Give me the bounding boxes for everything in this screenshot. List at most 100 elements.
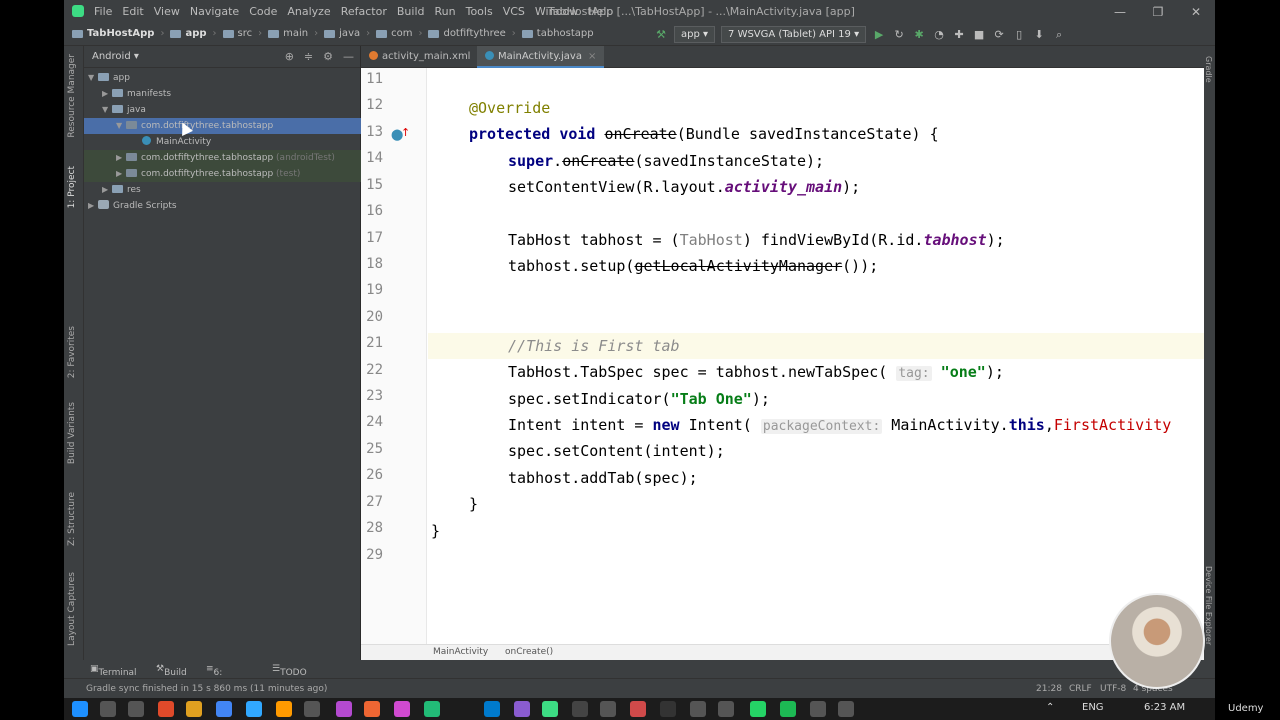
app-icon[interactable]: [630, 701, 646, 717]
search-icon[interactable]: [100, 701, 116, 717]
menu-file[interactable]: File: [94, 5, 112, 18]
tab-layout-captures[interactable]: Layout Captures: [67, 572, 77, 646]
expand-arrow-icon[interactable]: ▶: [102, 86, 112, 102]
hammer-icon[interactable]: ⚒: [654, 28, 668, 42]
breadcrumb-method[interactable]: onCreate(): [505, 647, 553, 657]
tab-build-variants[interactable]: Build Variants: [67, 402, 77, 464]
menu-analyze[interactable]: Analyze: [287, 5, 330, 18]
expand-arrow-icon[interactable]: ▼: [102, 102, 112, 118]
crumb-tabhostapp[interactable]: tabhostapp: [521, 28, 594, 39]
xd-icon[interactable]: [336, 701, 352, 717]
sdk-manager-icon[interactable]: ⬇: [1032, 28, 1046, 42]
code-area[interactable]: @Override protected void onCreate(Bundle…: [428, 68, 1215, 644]
app-icon[interactable]: [158, 701, 174, 717]
restore-button[interactable]: ❐: [1139, 0, 1177, 24]
expand-arrow-icon[interactable]: ▼: [116, 118, 126, 134]
gear-icon[interactable]: ⚙: [323, 50, 333, 63]
spotify-icon[interactable]: [780, 701, 796, 717]
tray-clock[interactable]: 6:23 AM: [1144, 702, 1185, 713]
tree-item-res[interactable]: ▶ res: [84, 182, 361, 198]
crumb-com[interactable]: com: [376, 28, 412, 39]
tree-item-java[interactable]: ▼ java: [84, 102, 361, 118]
tab-structure[interactable]: Z: Structure: [67, 492, 77, 546]
tool-build[interactable]: ⚒ Build: [156, 664, 187, 678]
close-tab-icon[interactable]: ×: [588, 51, 596, 62]
vscode-icon[interactable]: [484, 701, 500, 717]
rerun-icon[interactable]: ↻: [892, 28, 906, 42]
file-explorer-icon[interactable]: [186, 701, 202, 717]
illustrator-icon[interactable]: [276, 701, 292, 717]
tab-project[interactable]: 1: Project: [67, 166, 77, 208]
expand-arrow-icon[interactable]: ▶: [116, 150, 126, 166]
app-icon[interactable]: [514, 701, 530, 717]
collapse-icon[interactable]: ≑: [304, 50, 313, 63]
tree-item-package-main[interactable]: ▼ com.dotfiftythree.tabhostapp: [84, 118, 361, 134]
profile-icon[interactable]: ◔: [932, 28, 946, 42]
chrome-icon[interactable]: [216, 701, 232, 717]
expand-arrow-icon[interactable]: ▼: [88, 70, 98, 86]
menu-vcs[interactable]: VCS: [503, 5, 525, 18]
app-icon[interactable]: [690, 701, 706, 717]
tray-language[interactable]: ENG: [1082, 702, 1104, 713]
menu-edit[interactable]: Edit: [122, 5, 143, 18]
attach-debugger-icon[interactable]: ✚: [952, 28, 966, 42]
debug-icon[interactable]: ✱: [912, 28, 926, 42]
tab-activity-main-xml[interactable]: activity_main.xml×: [361, 46, 493, 68]
tray-arrow-icon[interactable]: ⌃: [1046, 702, 1054, 713]
menu-code[interactable]: Code: [249, 5, 277, 18]
menu-navigate[interactable]: Navigate: [190, 5, 239, 18]
menu-view[interactable]: View: [154, 5, 180, 18]
tree-item-manifests[interactable]: ▶ manifests: [84, 86, 361, 102]
stop-icon[interactable]: ■: [972, 28, 986, 42]
code-editor[interactable]: 11 12 13 14 15 16 17 18 19 20 21 22 23 2…: [361, 68, 1215, 644]
tab-mainactivity-java[interactable]: MainActivity.java ×: [477, 46, 605, 68]
app-icon[interactable]: [718, 701, 734, 717]
menu-build[interactable]: Build: [397, 5, 425, 18]
crumb-main[interactable]: main: [268, 28, 308, 39]
line-separator[interactable]: CRLF: [1069, 684, 1092, 694]
photoshop-icon[interactable]: [246, 701, 262, 717]
crumb-src[interactable]: src: [222, 28, 252, 39]
tool-todo[interactable]: ☰ TODO: [272, 664, 307, 678]
task-view-icon[interactable]: [128, 701, 144, 717]
breadcrumb-class[interactable]: MainActivity: [433, 647, 488, 657]
tree-item-gradle-scripts[interactable]: ▶ Gradle Scripts: [84, 198, 361, 214]
app-icon[interactable]: [600, 701, 616, 717]
close-button[interactable]: ✕: [1177, 0, 1215, 24]
app-icon[interactable]: [660, 701, 676, 717]
menu-run[interactable]: Run: [435, 5, 456, 18]
caret-position[interactable]: 21:28: [1036, 684, 1062, 694]
search-icon[interactable]: ⌕: [1052, 28, 1066, 42]
implements-arrow-icon[interactable]: ↑: [401, 126, 410, 139]
tab-favorites[interactable]: 2: Favorites: [67, 326, 77, 378]
project-view-select[interactable]: Android ▾: [92, 51, 139, 62]
menu-tools[interactable]: Tools: [466, 5, 493, 18]
minimize-button[interactable]: —: [1101, 0, 1139, 24]
app-icon[interactable]: [838, 701, 854, 717]
locate-icon[interactable]: ⊕: [285, 50, 294, 63]
app-icon[interactable]: [810, 701, 826, 717]
menu-refactor[interactable]: Refactor: [341, 5, 387, 18]
crumb-dotfiftythree[interactable]: dotfiftythree: [428, 28, 506, 39]
tree-item-app[interactable]: ▼ app: [84, 70, 361, 86]
status-message[interactable]: Gradle sync finished in 15 s 860 ms (11 …: [86, 684, 327, 694]
tree-item-mainactivity[interactable]: MainActivity: [84, 134, 361, 150]
tree-item-package-androidtest[interactable]: ▶ com.dotfiftythree.tabhostapp (androidTe…: [84, 150, 361, 166]
tool-logcat[interactable]: ≡ 6: Logcat: [206, 664, 244, 688]
tool-terminal[interactable]: ▣ Terminal: [90, 664, 137, 678]
whatsapp-icon[interactable]: [750, 701, 766, 717]
expand-arrow-icon[interactable]: ▶: [116, 166, 126, 182]
tab-device-file-explorer[interactable]: Device File Explorer: [1204, 566, 1213, 645]
figma-icon[interactable]: [364, 701, 380, 717]
app-icon[interactable]: [424, 701, 440, 717]
run-config-select[interactable]: app ▾: [674, 26, 716, 43]
app-icon[interactable]: [572, 701, 588, 717]
app-icon[interactable]: [304, 701, 320, 717]
android-studio-icon[interactable]: [542, 701, 558, 717]
expand-arrow-icon[interactable]: ▶: [102, 182, 112, 198]
crumb-project[interactable]: TabHostApp: [72, 28, 154, 39]
app-icon[interactable]: [394, 701, 410, 717]
avd-manager-icon[interactable]: ▯: [1012, 28, 1026, 42]
expand-arrow-icon[interactable]: ▶: [88, 198, 98, 214]
tree-item-package-test[interactable]: ▶ com.dotfiftythree.tabhostapp (test): [84, 166, 361, 182]
